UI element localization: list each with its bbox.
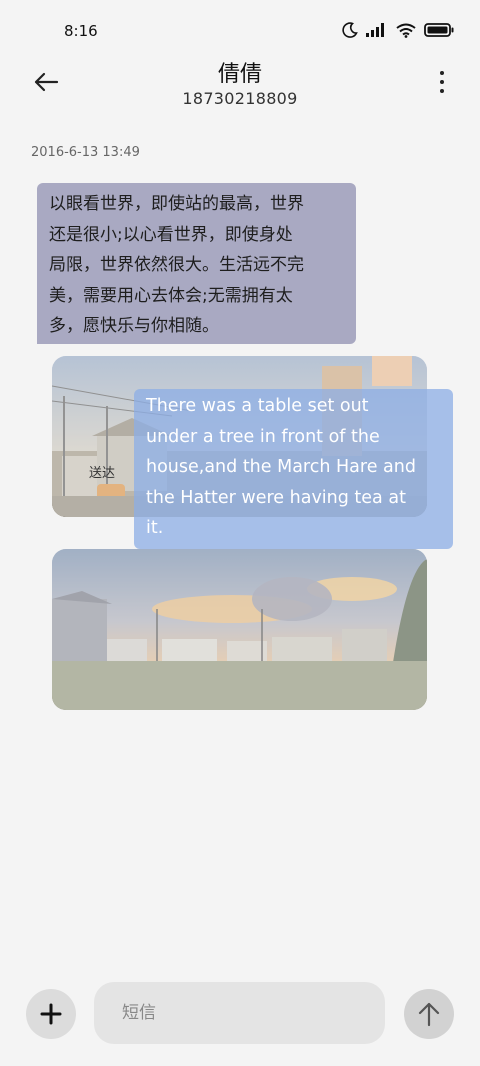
contact-phone: 18730218809 [182, 89, 298, 108]
more-dot-icon [440, 89, 444, 93]
sms-input[interactable] [94, 982, 385, 1044]
more-dot-icon [440, 80, 444, 84]
image-message-sunset[interactable] [52, 549, 427, 710]
send-button[interactable] [404, 989, 454, 1039]
message-line: it. [146, 518, 164, 539]
battery-icon [424, 23, 454, 37]
message-line: 局限，世界依然很大。生活远不完 [49, 255, 304, 275]
image-fade-overlay [52, 549, 427, 710]
message-line: the Hatter were having tea at [146, 487, 406, 508]
contact-name: 倩倩 [217, 62, 262, 87]
status-time: 8:16 [64, 22, 98, 40]
message-line: 以眼看世界，即使站的最高，世界 [49, 194, 304, 214]
arrow-up-icon [418, 1002, 440, 1027]
delivery-status: 送达 [89, 466, 116, 481]
wifi-icon [396, 23, 416, 38]
more-dot-icon [440, 71, 444, 75]
incoming-message-bubble[interactable]: 以眼看世界，即使站的最高，世界 还是很小;以心看世界，即使身处 局限，世界依然很… [37, 183, 356, 344]
message-line: 还是很小;以心看世界，即使身处 [49, 224, 293, 245]
message-line: house,and the March Hare and [146, 457, 416, 478]
message-line: under a tree in front of the [146, 426, 380, 447]
signal-icon [366, 23, 388, 37]
status-bar: 8:16 [0, 0, 480, 60]
message-line: There was a table set out [146, 396, 369, 416]
outgoing-message-bubble[interactable]: There was a table set out under a tree i… [134, 389, 453, 549]
more-options-button[interactable] [432, 66, 452, 98]
message-line: 美，需要用心去体会;无需拥有太 [49, 285, 293, 306]
moon-icon [342, 22, 358, 38]
message-timestamp: 2016-6-13 13:49 [31, 145, 140, 160]
status-icons [342, 22, 454, 38]
add-attachment-button[interactable] [26, 989, 76, 1039]
plus-icon [40, 1003, 62, 1025]
message-line: 多，愿快乐与你相随。 [49, 316, 219, 336]
